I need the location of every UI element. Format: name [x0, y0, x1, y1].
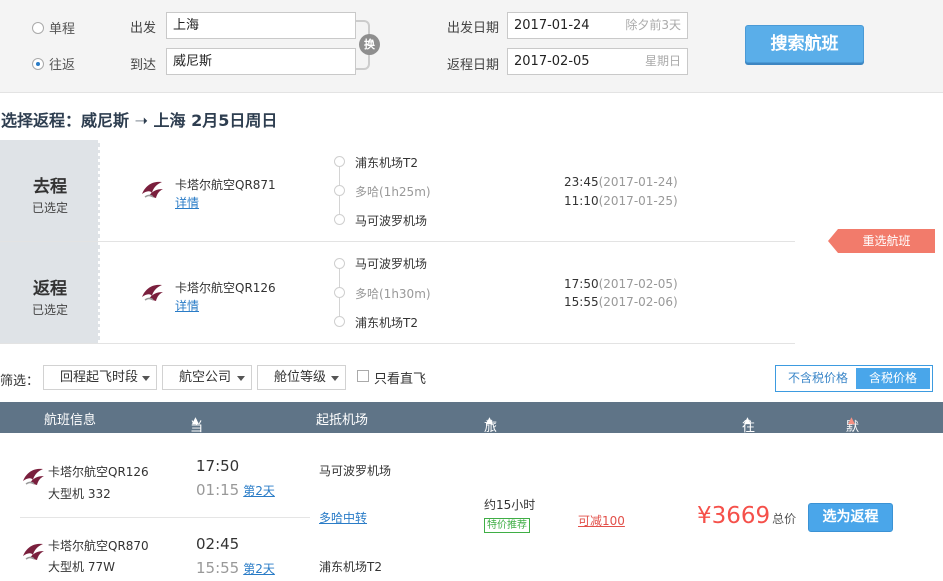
filter-label: 筛选：: [0, 374, 40, 389]
results-header: 航班信息 当地起降时间 ▲ 起抵机场 旅行总时长 ▲ 往返 价格 ▲ 默认排序 ▲: [0, 402, 943, 530]
depart-date-value: 2017-01-24: [514, 18, 590, 33]
outbound-origin: 浦东机场T2: [355, 156, 418, 170]
reselect-flight-button[interactable]: 重选航班: [828, 229, 935, 253]
outbound-destination: 马可波罗机场: [355, 214, 428, 228]
return-leg: 返程 已选定 卡塔尔航空QR126 详情 马可波罗机场 多哈(1h30m) 浦东…: [0, 242, 795, 344]
qatar-airways-logo-icon: [141, 284, 164, 301]
direct-only-checkbox[interactable]: [357, 370, 369, 382]
price-incl-tax-option[interactable]: 含税价格: [856, 368, 930, 389]
total-duration: 约15小时: [484, 498, 536, 512]
route-dot-icon: [334, 185, 345, 196]
trip-type-roundtrip[interactable]: 往返: [32, 54, 75, 73]
transfer-link[interactable]: 多哈中转: [319, 509, 367, 526]
result-seg1-airline: 卡塔尔航空QR126: [48, 465, 149, 479]
radio-icon: [32, 21, 44, 34]
return-tag-status: 已选定: [31, 303, 68, 317]
segment-divider: [20, 517, 310, 518]
route-dot-icon: [334, 156, 345, 167]
result-seg1-depart: 17:50: [196, 457, 240, 475]
return-origin: 马可波罗机场: [355, 257, 428, 271]
direct-only-label: 只看直飞: [374, 372, 427, 387]
result-seg2-arrive: 15:55 第2天: [196, 559, 275, 577]
sort-up-icon: ▲: [848, 416, 855, 426]
route-dot-icon: [334, 287, 345, 298]
page-title: 选择返程：威尼斯 ➝ 上海 2月5日周日: [1, 111, 278, 130]
outbound-tag-status: 已选定: [31, 201, 68, 215]
return-arrive-time: 15:55(2017-02-06): [564, 295, 678, 309]
departure-time-filter-label: 回程起飞时段: [60, 370, 139, 385]
result-seg1-arrive: 01:15 第2天: [196, 481, 275, 499]
return-via: 多哈(1h30m): [355, 287, 431, 301]
result-seg2-airline: 卡塔尔航空QR870: [48, 539, 149, 553]
airline-filter[interactable]: 航空公司: [162, 365, 252, 390]
return-airline: 卡塔尔航空QR126: [175, 281, 276, 295]
from-label: 出发: [130, 21, 157, 36]
chevron-down-icon: [142, 376, 150, 381]
trip-type-oneway-label: 单程: [49, 22, 76, 37]
discount-link[interactable]: 可减100: [578, 512, 625, 529]
price-excl-tax-option[interactable]: 不含税价格: [780, 368, 856, 389]
return-destination: 浦东机场T2: [355, 316, 418, 330]
from-input[interactable]: 上海: [166, 12, 356, 39]
col-flight-info: 航班信息: [44, 413, 97, 428]
search-flights-button[interactable]: 搜索航班: [745, 25, 864, 63]
outbound-leg: 去程 已选定 卡塔尔航空QR871 详情 浦东机场T2 多哈(1h25m) 马可…: [0, 140, 795, 242]
select-as-return-button[interactable]: 选为返程: [808, 503, 893, 532]
to-input[interactable]: 威尼斯: [166, 48, 356, 75]
outbound-depart-time: 23:45(2017-01-24): [564, 175, 678, 189]
outbound-arrive-time: 11:10(2017-01-25): [564, 194, 678, 208]
outbound-airline: 卡塔尔航空QR871: [175, 178, 276, 192]
result-seg1-plane: 大型机 332: [48, 487, 111, 501]
to-label: 到达: [130, 58, 157, 73]
swap-icon[interactable]: 换: [359, 34, 380, 55]
sort-up-icon: ▲: [192, 416, 199, 426]
result-seg2-airport: 浦东机场T2: [319, 560, 382, 574]
special-offer-badge: 特价推荐: [484, 518, 530, 533]
cabin-class-filter[interactable]: 舱位等级: [257, 365, 346, 390]
radio-checked-icon: [32, 57, 44, 70]
airline-filter-label: 航空公司: [179, 370, 232, 385]
price-tax-toggle: 不含税价格 含税价格: [775, 365, 933, 392]
return-tag: 返程 已选定: [0, 242, 101, 343]
return-date-input[interactable]: 2017-02-05 星期日: [507, 48, 688, 75]
result-seg1-airport: 马可波罗机场: [319, 464, 392, 478]
depart-date-hint: 除夕前3天: [625, 18, 681, 32]
chevron-down-icon: [237, 376, 245, 381]
col-airport: 起抵机场: [316, 413, 369, 428]
return-date-value: 2017-02-05: [514, 54, 590, 69]
chevron-down-icon: [331, 376, 339, 381]
search-panel: 单程 往返 出发 上海 到达 威尼斯 换 出发日期 2017-01-24 除夕前…: [0, 0, 943, 93]
outbound-detail-link[interactable]: 详情: [175, 194, 199, 211]
return-detail-link[interactable]: 详情: [175, 297, 199, 314]
outbound-tag-title: 去程: [33, 177, 67, 197]
result-seg2-depart: 02:45: [196, 535, 240, 553]
total-price: ¥3669 总价: [697, 503, 797, 529]
qatar-airways-logo-icon: [22, 468, 45, 485]
outbound-via: 多哈(1h25m): [355, 185, 431, 199]
qatar-airways-logo-icon: [22, 543, 45, 560]
return-tag-title: 返程: [33, 279, 67, 299]
route-dot-icon: [334, 316, 345, 327]
trip-type-oneway[interactable]: 单程: [32, 18, 75, 37]
route-dot-icon: [334, 214, 345, 225]
sort-up-icon: ▲: [486, 416, 493, 426]
cabin-class-filter-label: 舱位等级: [274, 370, 327, 385]
return-date-label: 返程日期: [447, 58, 500, 73]
depart-date-input[interactable]: 2017-01-24 除夕前3天: [507, 12, 688, 39]
return-date-hint: 星期日: [644, 54, 681, 68]
route-dot-icon: [334, 258, 345, 269]
outbound-tag: 去程 已选定: [0, 140, 101, 241]
depart-date-label: 出发日期: [447, 21, 500, 36]
result-seg2-plane: 大型机 77W: [48, 560, 115, 574]
qatar-airways-logo-icon: [141, 181, 164, 198]
trip-type-roundtrip-label: 往返: [49, 58, 76, 73]
departure-time-filter[interactable]: 回程起飞时段: [43, 365, 157, 390]
sort-up-icon: ▲: [744, 416, 751, 426]
return-depart-time: 17:50(2017-02-05): [564, 277, 678, 291]
